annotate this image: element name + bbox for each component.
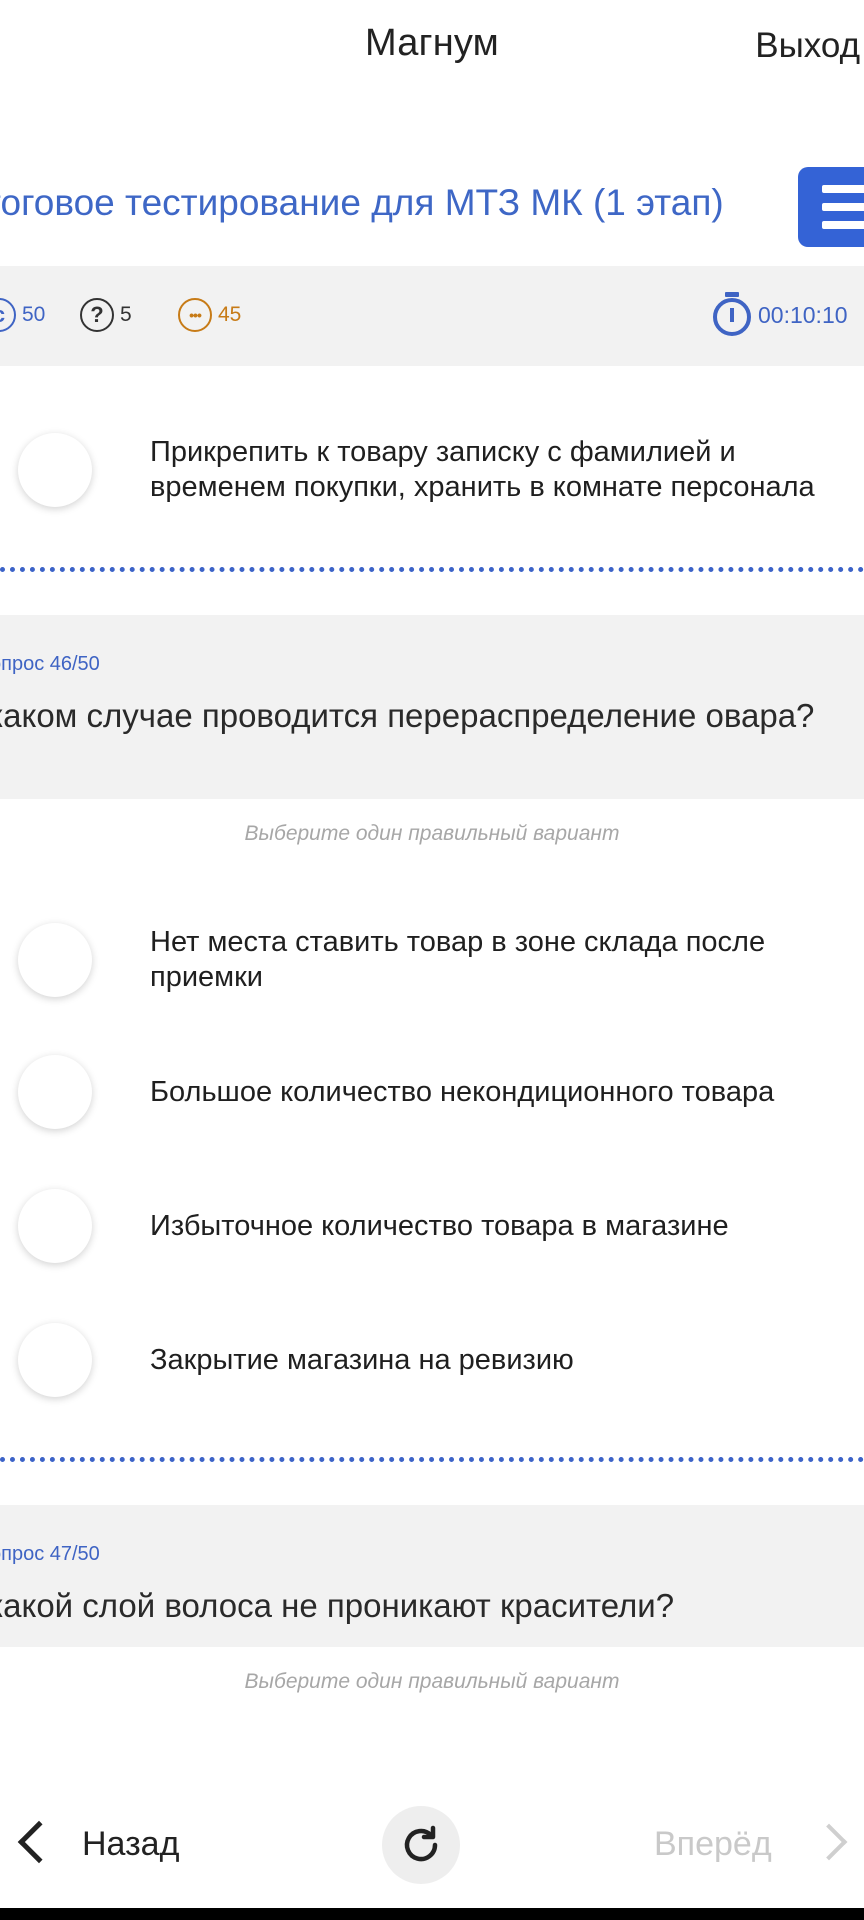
option-text: Избыточное количество товара в магазине: [150, 1210, 729, 1242]
radio-button[interactable]: [18, 1189, 92, 1263]
question-mark-icon: ?: [80, 298, 114, 332]
answer-option[interactable]: Нет места ставить товар в зоне склада по…: [0, 920, 864, 1000]
refresh-icon: [404, 1825, 438, 1862]
menu-icon: [822, 185, 864, 193]
question-hint: Выберите один правильный вариант: [244, 822, 620, 845]
option-text: Прикрепить к товару записку с фамилией и…: [150, 436, 815, 503]
stat-timer: 00:10:10: [712, 292, 848, 338]
answer-option[interactable]: Избыточное количество товара в магазине: [0, 1189, 864, 1269]
menu-icon-line: [822, 221, 864, 229]
stat-total: c 50: [0, 295, 45, 335]
next-button[interactable]: Вперёд: [654, 1825, 772, 1864]
more-dots-icon: •••: [178, 298, 212, 332]
question-header: опрос 47/50 какой слой волоса не проника…: [0, 1505, 864, 1647]
test-screen: Магнум Выход тоговое тестирование для МТ…: [0, 0, 864, 1920]
chevron-left-icon[interactable]: [17, 1820, 61, 1864]
stats-bar: c 50 ? 5 ••• 45 00:10:10: [0, 266, 864, 366]
question-divider: [0, 567, 864, 572]
radio-button[interactable]: [18, 433, 92, 507]
question-number: опрос 47/50: [0, 1543, 100, 1565]
menu-icon-line: [822, 203, 864, 211]
option-text: Большое количество некондиционного товар…: [150, 1076, 775, 1108]
question-text: каком случае проводится перераспределени…: [0, 697, 815, 734]
total-questions-icon: c: [0, 298, 16, 332]
stat-remaining: ••• 45: [178, 295, 241, 335]
option-text: Закрытие магазина на ревизию: [150, 1344, 574, 1376]
radio-button[interactable]: [18, 1055, 92, 1129]
radio-button[interactable]: [18, 1323, 92, 1397]
question-hint: Выберите один правильный вариант: [244, 1670, 620, 1693]
answer-option[interactable]: Закрытие магазина на ревизию: [0, 1323, 864, 1403]
stat-unanswered: ? 5: [80, 295, 132, 335]
timer-value: 00:10:10: [758, 301, 848, 328]
radio-button[interactable]: [18, 923, 92, 997]
app-title: Магнум: [365, 22, 499, 64]
menu-button[interactable]: [798, 167, 864, 247]
stopwatch-icon: [712, 292, 752, 338]
question-divider: [0, 1457, 864, 1462]
refresh-button[interactable]: [382, 1806, 460, 1884]
chevron-right-icon[interactable]: [810, 1823, 848, 1861]
question-header: опрос 46/50 каком случае проводится пере…: [0, 615, 864, 799]
system-bar: [0, 1908, 864, 1920]
back-button[interactable]: Назад: [82, 1825, 179, 1864]
answer-option[interactable]: Прикрепить к товару записку с фамилией и…: [0, 430, 864, 510]
test-title: тоговое тестирование для МТЗ МК (1 этап): [0, 182, 724, 223]
stat-total-value: 50: [22, 303, 46, 326]
stat-unanswered-value: 5: [120, 303, 132, 326]
logout-button[interactable]: Выход: [755, 26, 860, 66]
option-text: Нет места ставить товар в зоне склада по…: [150, 926, 766, 993]
stat-remaining-value: 45: [218, 303, 242, 326]
question-text: какой слой волоса не проникают красители…: [0, 1587, 675, 1624]
question-number: опрос 46/50: [0, 653, 100, 675]
answer-option[interactable]: Большое количество некондиционного товар…: [0, 1055, 864, 1135]
